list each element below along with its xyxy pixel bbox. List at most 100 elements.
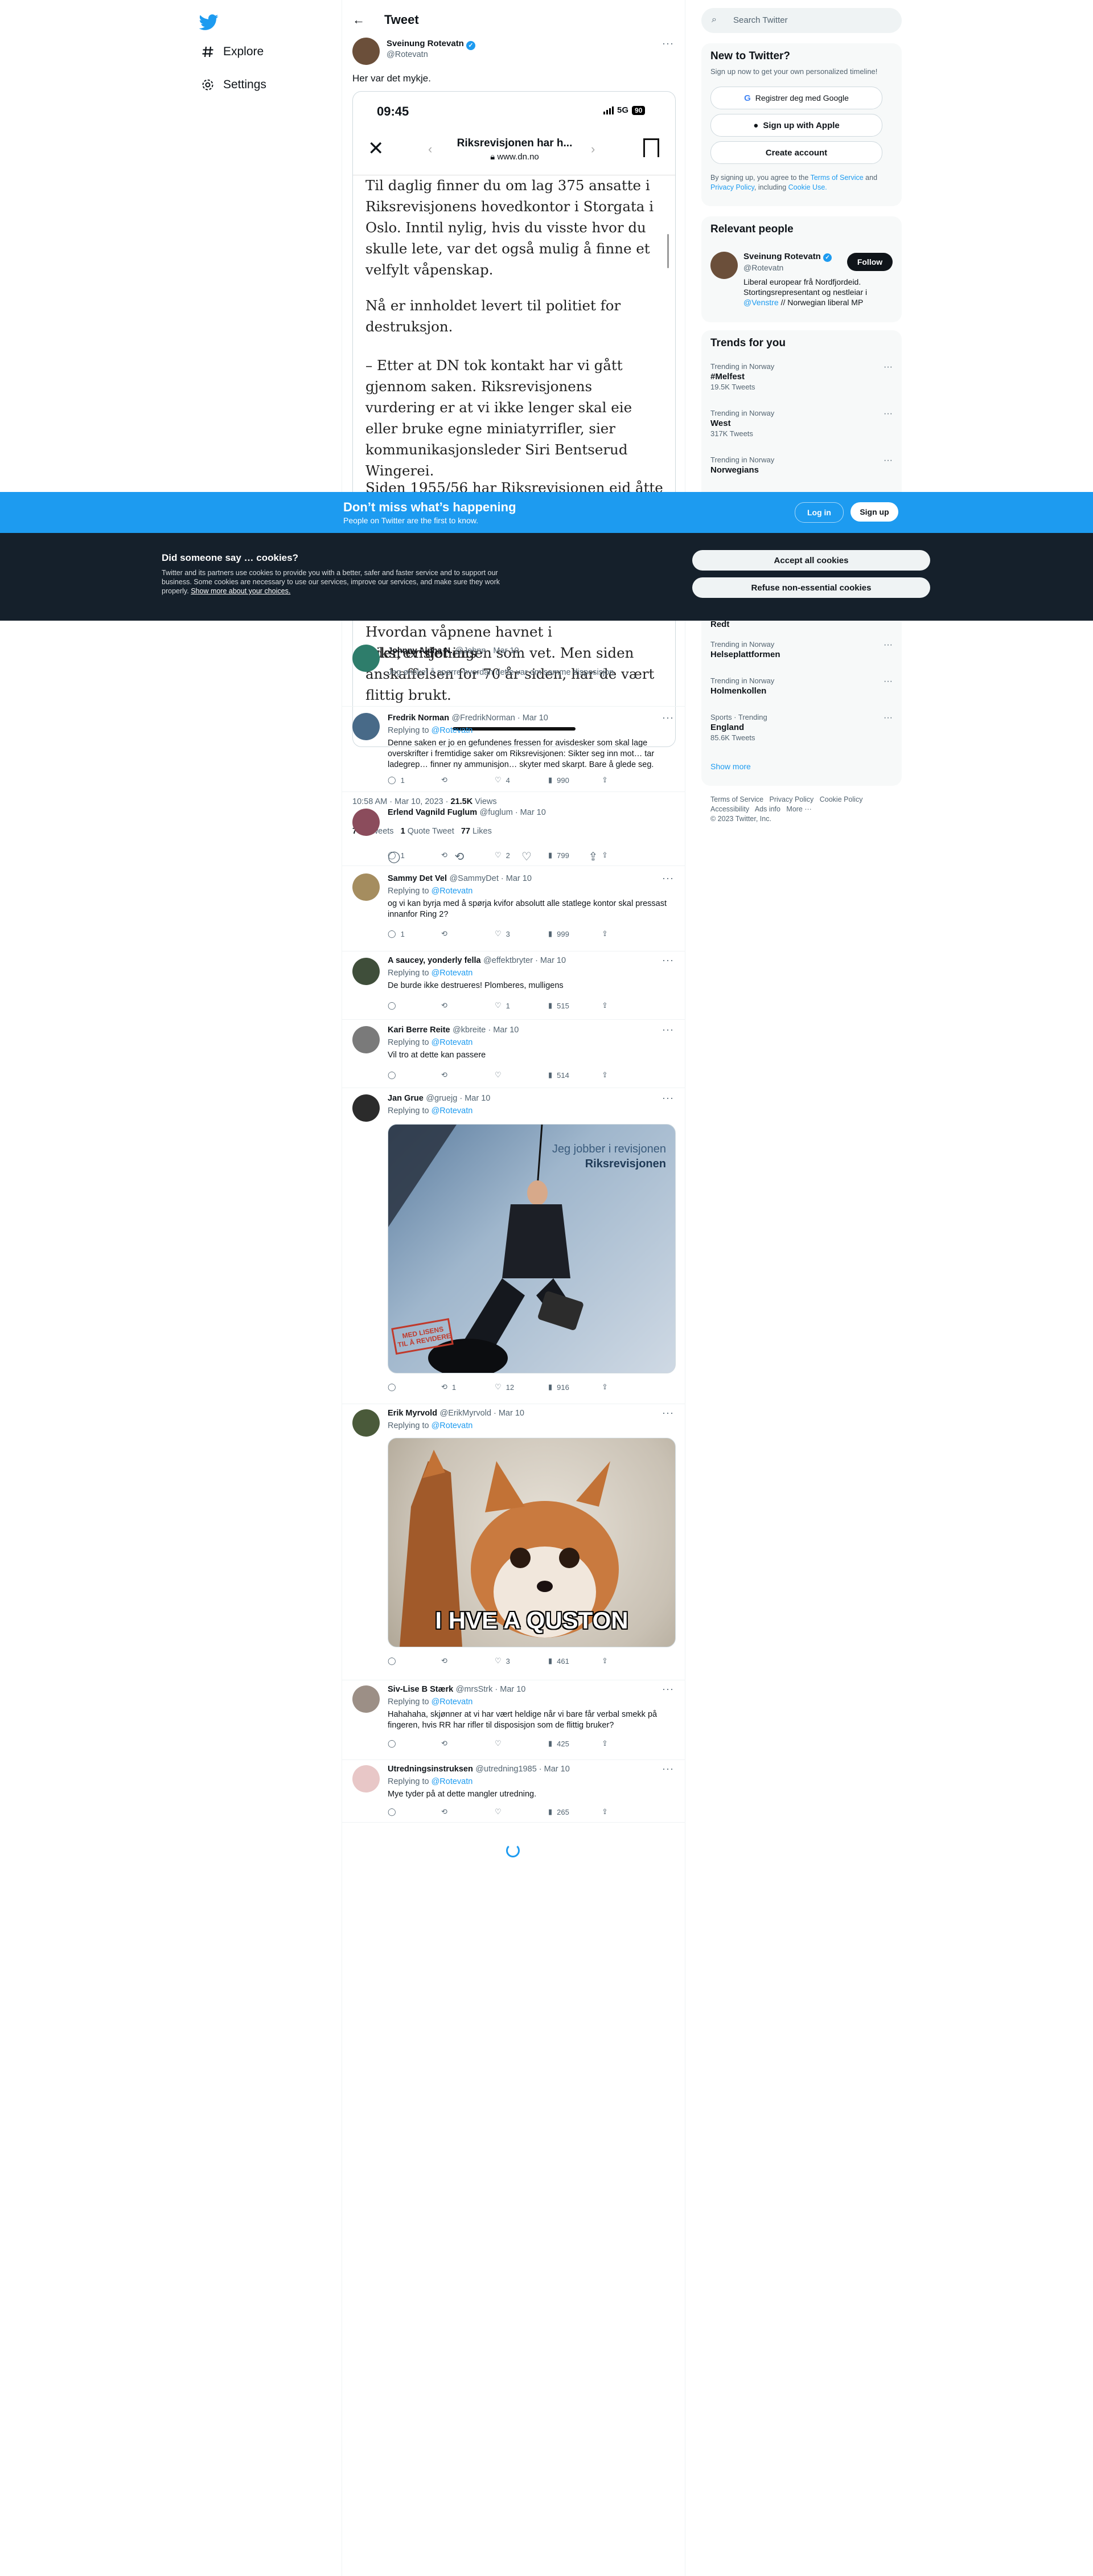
reply-icon[interactable]: ◯ [388,1807,441,1816]
more-options-icon[interactable]: ··· [884,409,893,419]
footer-link[interactable]: More ··· [786,805,811,813]
retweet-icon[interactable]: ⟲ [441,776,495,785]
reply-handle[interactable]: @effektbryter · Mar 10 [483,956,566,965]
views-icon[interactable]: ▮ 916 [548,1383,602,1392]
more-options-icon[interactable]: ··· [662,954,674,966]
reply-icon[interactable]: ◯ [388,1656,441,1666]
reply-icon[interactable]: ◯ [388,1739,441,1748]
share-icon[interactable]: ⇪ [602,929,655,938]
rp-name[interactable]: Sveinung Rotevatn ✓ [743,252,832,262]
avatar[interactable] [352,1026,380,1053]
share-icon[interactable]: ⇪ [602,1001,655,1010]
avatar[interactable] [352,1685,380,1713]
refuse-cookies-button[interactable]: Refuse non-essential cookies [692,577,930,598]
like-icon[interactable]: ♡ [495,1070,548,1080]
reply-icon[interactable]: ◯ 1 [388,929,441,938]
views-icon[interactable]: ▮ 265 [548,1807,602,1816]
footer-link[interactable]: Terms of Service [710,795,763,803]
rp-bio-link[interactable]: @Venstre [743,298,779,307]
close-icon[interactable]: ✕ [368,137,384,160]
list-item[interactable]: Erlend Vagnild Fuglum @fuglum · Mar 10 ◯… [342,803,685,866]
avatar[interactable] [352,958,380,985]
nav-settings[interactable]: Settings [200,77,266,92]
reply-icon[interactable]: ◯ [388,1070,441,1080]
more-options-icon[interactable]: ··· [884,640,893,650]
list-item[interactable]: Johnny Alpha N. @Johnn · Mar 10 Jeg ønsk… [342,638,685,707]
like-icon[interactable]: ♡ 2 [495,851,548,860]
avatar[interactable] [352,645,380,672]
footer-link[interactable]: Ads info [755,805,780,813]
reply-name[interactable]: Johnny Alpha N. [388,646,453,655]
views-icon[interactable]: ▮ 425 [548,1739,602,1748]
retweet-icon[interactable]: ⟲ [441,1001,495,1010]
show-more-link[interactable]: Show more [710,762,751,771]
reply-handle[interactable]: @mrsStrk · Mar 10 [456,1685,526,1694]
like-icon[interactable]: ♡ 1 [495,1001,548,1010]
replying-handle[interactable]: @Rotevatn [432,1038,473,1047]
accept-cookies-button[interactable]: Accept all cookies [692,550,930,571]
trend-item[interactable]: Trending in Norway #Melfest 19.5K Tweets ··… [710,362,893,391]
footer-link[interactable]: Privacy Policy [770,795,814,803]
like-icon[interactable]: ♡ 3 [495,929,548,938]
reply-name[interactable]: Erik Myrvold [388,1409,437,1418]
replying-handle[interactable]: @Rotevatn [432,1777,473,1786]
avatar[interactable] [352,1409,380,1437]
more-options-icon[interactable]: ··· [884,362,893,372]
list-item[interactable]: Kari Berre Reite @kbreite · Mar 10 ··· R… [342,1019,685,1088]
views-icon[interactable]: ▮ 999 [548,929,602,938]
more-options-icon[interactable]: ··· [884,456,893,466]
more-options-icon[interactable]: ··· [884,713,893,723]
bookmark-icon[interactable] [643,138,659,157]
reply-icon[interactable]: ◯ [388,1383,441,1392]
more-options-icon[interactable]: ··· [662,1407,674,1419]
share-icon[interactable]: ⇪ [602,1070,655,1080]
reply-name[interactable]: Erlend Vagnild Fuglum [388,808,477,817]
more-options-icon[interactable]: ··· [662,38,674,50]
replying-handle[interactable]: @Rotevatn [432,726,473,735]
reply-icon[interactable]: ◯ 1 [388,776,441,785]
reply-name[interactable]: Sammy Det Vel [388,874,447,883]
share-icon[interactable]: ⇪ [602,776,655,785]
list-item[interactable]: Siv-Lise B Stærk @mrsStrk · Mar 10 ··· R… [342,1680,685,1760]
more-options-icon[interactable]: ··· [662,712,674,724]
reply-handle[interactable]: @ErikMyrvold · Mar 10 [439,1409,524,1418]
share-icon[interactable]: ⇪ [602,1807,655,1816]
chevron-left-icon[interactable]: ‹ [428,142,432,157]
share-icon[interactable]: ⇪ [602,851,655,860]
more-options-icon[interactable]: ··· [662,1092,674,1104]
footer-link[interactable]: Cookie Policy [820,795,863,803]
follow-button[interactable]: Follow [847,253,893,271]
reply-name[interactable]: Siv-Lise B Stærk [388,1685,453,1694]
avatar[interactable] [352,1765,380,1792]
reply-name[interactable]: A saucey, yonderly fella [388,956,481,965]
like-icon[interactable]: ♡ [495,1807,548,1816]
login-button[interactable]: Log in [795,502,844,523]
replying-handle[interactable]: @Rotevatn [432,969,473,978]
retweet-icon[interactable]: ⟲ [441,1739,495,1748]
more-options-icon[interactable]: ··· [662,1024,674,1036]
replying-handle[interactable]: @Rotevatn [432,1697,473,1707]
search-input[interactable]: ⌕ Search Twitter [701,8,902,33]
views-icon[interactable]: ▮ 514 [548,1070,602,1080]
share-icon[interactable]: ⇪ [602,1739,655,1748]
signup-button[interactable]: Sign up [850,502,898,522]
author-handle[interactable]: @Rotevatn [387,50,428,59]
replying-handle[interactable]: @Rotevatn [432,1421,473,1430]
views-icon[interactable]: ▮ 461 [548,1656,602,1666]
reply-name[interactable]: Utredningsinstruksen [388,1765,473,1774]
list-item[interactable]: Sammy Det Vel @SammyDet · Mar 10 ··· Rep… [342,865,685,951]
retweet-icon[interactable]: ⟲ [441,851,495,860]
reply-image-meme[interactable]: Jeg jobber i revisjonen Riksrevisjonen M… [388,1124,676,1373]
avatar[interactable] [352,1094,380,1122]
trend-item[interactable]: Sports · Trending England 85.6K Tweets ··· [710,713,893,742]
views-icon[interactable]: ▮ 515 [548,1001,602,1010]
trend-item[interactable]: Trending in Norway West 317K Tweets ··· [710,409,893,438]
avatar[interactable] [352,713,380,740]
like-icon[interactable]: ♡ 3 [495,1656,548,1666]
more-options-icon[interactable]: ··· [662,1683,674,1695]
like-icon[interactable]: ♡ [495,1739,548,1748]
author-name[interactable]: Sveinung Rotevatn ✓ [387,39,476,50]
like-icon[interactable]: ♡ 12 [495,1383,548,1392]
avatar[interactable] [352,809,380,836]
reply-icon[interactable]: ◯ 1 [388,851,441,860]
